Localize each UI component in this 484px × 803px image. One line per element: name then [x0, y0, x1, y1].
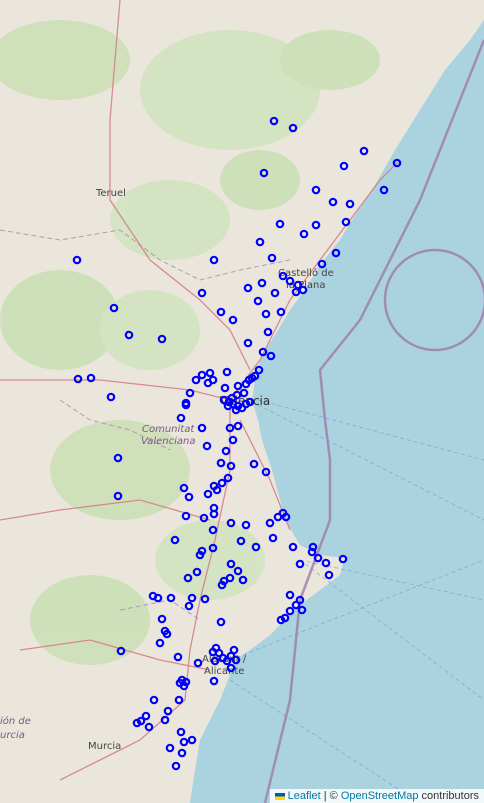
label-RegionMurcia: ión de	[0, 715, 31, 727]
ukraine-flag-icon	[274, 792, 285, 800]
label-Comunitat2: Valenciana	[141, 436, 195, 447]
label-Teruel: Teruel	[95, 188, 126, 199]
label-Comunitat: Comunitat	[142, 424, 195, 435]
label-RegionMurcia2: urcia	[0, 730, 25, 741]
attribution-separator: | ©	[320, 790, 341, 802]
osm-link[interactable]: OpenStreetMap	[341, 790, 419, 802]
leaflet-link[interactable]: Leaflet	[288, 790, 321, 802]
label-Murcia: Murcia	[88, 741, 121, 752]
label-Alicante: Alicante	[204, 666, 244, 677]
attribution-contributors: contributors	[418, 790, 479, 802]
attribution-bar: Leaflet | © OpenStreetMap contributors	[269, 789, 484, 803]
map-canvas[interactable]: Teruel Castelló de la Plana València Com…	[0, 0, 484, 803]
